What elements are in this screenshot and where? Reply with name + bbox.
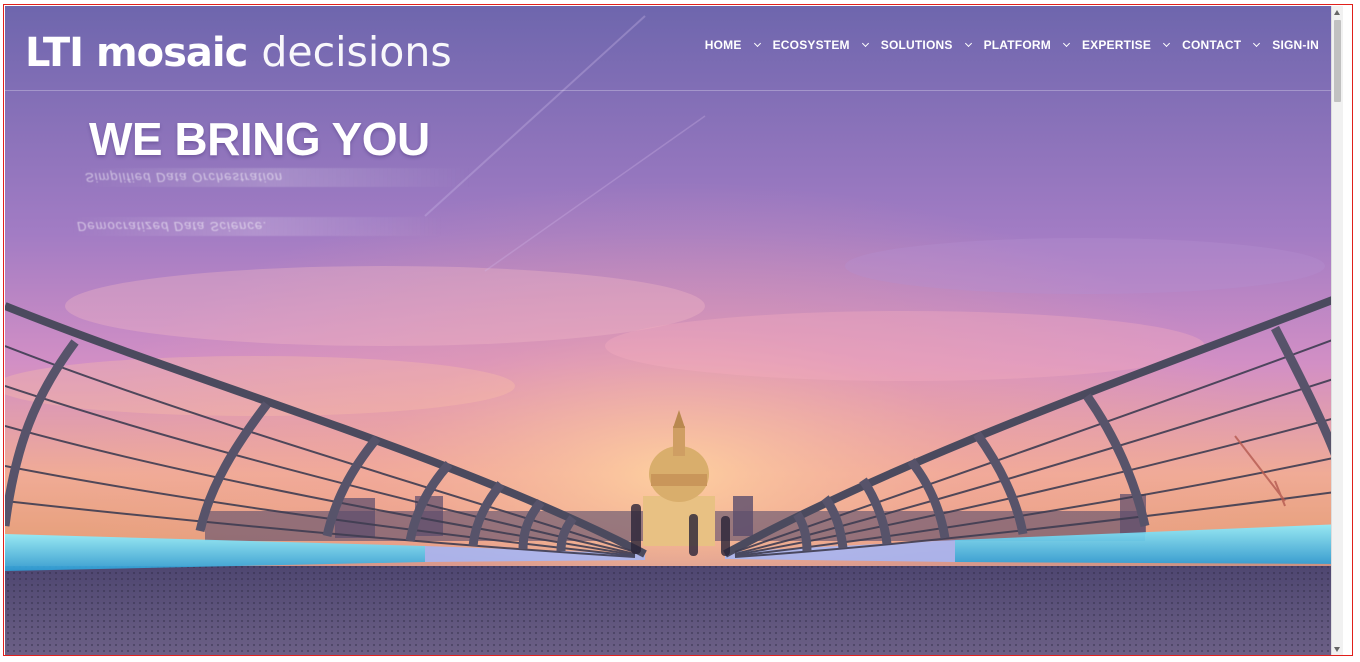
hero-headline: WE BRING YOU: [89, 113, 430, 165]
vertical-scrollbar[interactable]: [1331, 6, 1343, 655]
nav-item-sign-in[interactable]: SIGN-IN: [1272, 38, 1319, 52]
nav-item-label: PLATFORM: [983, 38, 1051, 52]
chevron-down-icon: [861, 39, 869, 48]
nav-item-solutions[interactable]: SOLUTIONS: [880, 38, 972, 52]
scrollbar-thumb[interactable]: [1334, 20, 1341, 102]
nav-item-expertise[interactable]: EXPERTISE: [1081, 38, 1171, 52]
nav-item-label: HOME: [704, 38, 742, 52]
nav-item-ecosystem[interactable]: ECOSYSTEM: [772, 38, 869, 52]
hero-tagline-1: Simplified Data Orchestration: [79, 168, 471, 187]
chevron-down-icon: [1163, 39, 1171, 48]
logo-wordmark-strong: LTI mosaic: [25, 30, 248, 76]
nav-item-label: SOLUTIONS: [880, 38, 953, 52]
nav-item-label: SIGN-IN: [1272, 38, 1319, 52]
chevron-down-icon: [753, 39, 761, 48]
hero-background-image: [5, 6, 1343, 655]
brand-logo[interactable]: LTI mosaic decisions: [25, 28, 452, 76]
chevron-down-icon: [964, 39, 972, 48]
page-viewport: LTI mosaic decisions HOME ECOSYSTEM SOLU…: [5, 6, 1343, 655]
scroll-down-arrow-icon[interactable]: [1334, 647, 1340, 652]
chevron-down-icon: [1253, 39, 1261, 48]
browser-viewport-frame: LTI mosaic decisions HOME ECOSYSTEM SOLU…: [3, 4, 1353, 656]
nav-item-label: EXPERTISE: [1081, 38, 1152, 52]
main-navigation: HOME ECOSYSTEM SOLUTIONS PLATFORM EXPERT…: [692, 38, 1319, 52]
nav-item-label: ECOSYSTEM: [772, 38, 850, 52]
chevron-down-icon: [1062, 39, 1070, 48]
nav-item-label: CONTACT: [1182, 38, 1242, 52]
scroll-up-arrow-icon[interactable]: [1334, 10, 1340, 15]
hero-tagline-2: Democratized Data Science.: [71, 217, 443, 236]
nav-item-contact[interactable]: CONTACT: [1182, 38, 1261, 52]
nav-item-home[interactable]: HOME: [704, 38, 761, 52]
logo-wordmark-light: decisions: [261, 28, 452, 76]
site-header: LTI mosaic decisions HOME ECOSYSTEM SOLU…: [5, 6, 1343, 91]
nav-item-platform[interactable]: PLATFORM: [983, 38, 1070, 52]
